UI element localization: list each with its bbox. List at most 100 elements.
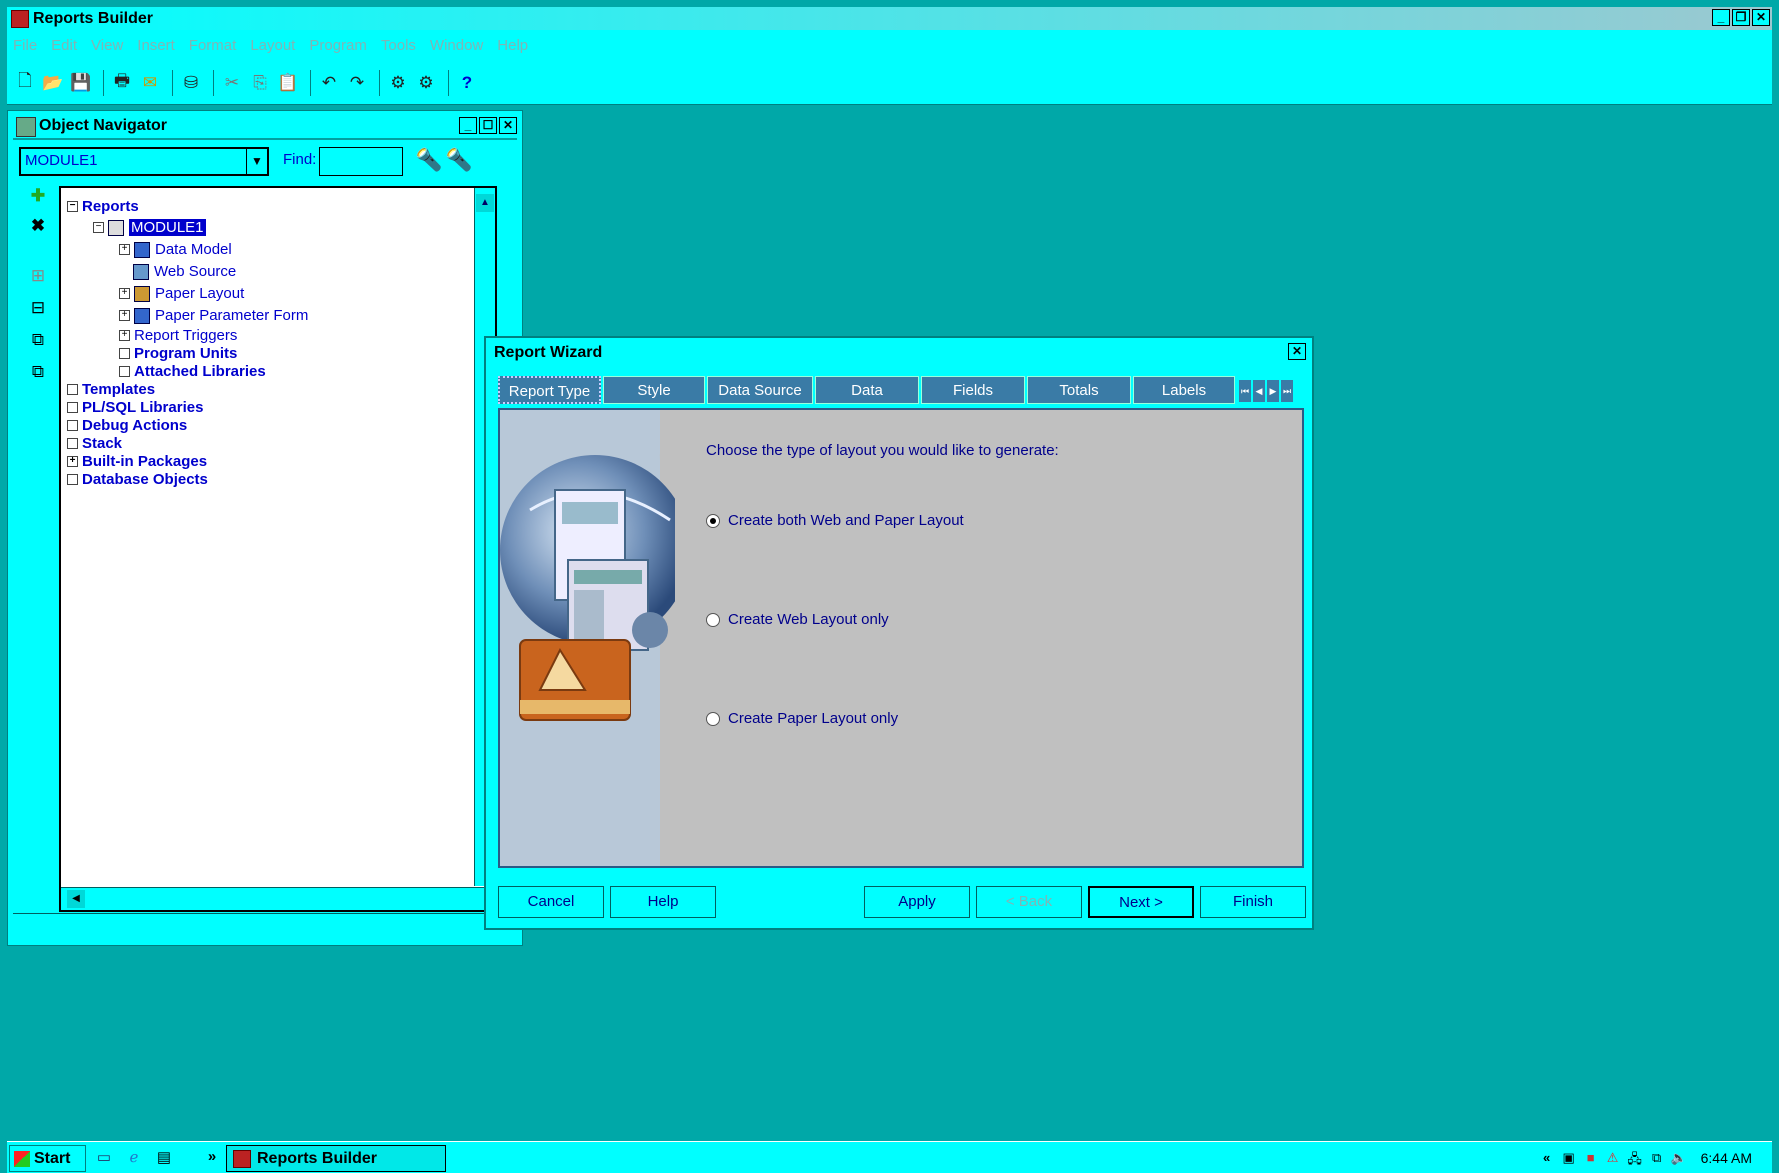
scroll-up-icon[interactable]: ▲ <box>476 194 494 212</box>
tab-labels[interactable]: Labels <box>1133 376 1235 404</box>
menu-program[interactable]: Program <box>309 37 367 54</box>
next-button[interactable]: Next > <box>1088 886 1194 918</box>
cut-icon[interactable]: ✂ <box>220 71 244 95</box>
menu-layout[interactable]: Layout <box>250 37 295 54</box>
menu-view[interactable]: View <box>91 37 123 54</box>
new-icon[interactable]: 🗋 <box>13 71 37 95</box>
app-title-bar[interactable]: Reports Builder _ ❐ ✕ <box>7 7 1772 30</box>
delete-icon[interactable]: ✖ <box>27 215 49 237</box>
task-reports-builder[interactable]: Reports Builder <box>226 1145 446 1172</box>
help-button[interactable]: Help <box>610 886 716 918</box>
tree-node-database-objects[interactable]: Database Objects <box>67 471 208 488</box>
tree-node-report-triggers[interactable]: + Report Triggers <box>119 327 237 344</box>
radio-web-only[interactable]: Create Web Layout only <box>706 611 889 628</box>
menu-window[interactable]: Window <box>430 37 483 54</box>
compile-icon[interactable]: ⚙ <box>386 71 410 95</box>
redo-icon[interactable]: ↷ <box>345 71 369 95</box>
back-button[interactable]: < Back <box>976 886 1082 918</box>
tab-last-icon[interactable]: ⏭ <box>1281 380 1293 402</box>
finish-button[interactable]: Finish <box>1200 886 1306 918</box>
module-select[interactable]: MODULE1 ▼ <box>19 147 269 176</box>
scroll-left-icon[interactable]: ◀ <box>67 890 85 908</box>
tab-totals[interactable]: Totals <box>1027 376 1131 404</box>
close-button[interactable]: ✕ <box>1752 9 1770 26</box>
menu-format[interactable]: Format <box>189 37 237 54</box>
chevron-down-icon[interactable]: ▼ <box>246 149 267 174</box>
copy-icon[interactable]: ⎘ <box>248 71 272 95</box>
collapse-icon[interactable]: ⊟ <box>27 297 49 319</box>
tray-monitor-icon[interactable]: ⧉ <box>1649 1150 1665 1166</box>
tab-report-type[interactable]: Report Type <box>498 376 601 404</box>
tab-data[interactable]: Data <box>815 376 919 404</box>
tab-style[interactable]: Style <box>603 376 705 404</box>
expand-all-icon[interactable]: ⧉ <box>27 329 49 351</box>
tray-network-icon[interactable]: 🖧 <box>1627 1150 1643 1166</box>
radio-button[interactable] <box>706 612 720 627</box>
radio-button[interactable] <box>706 711 720 726</box>
tray-expand-icon[interactable]: « <box>1539 1150 1555 1166</box>
start-button[interactable]: Start <box>9 1145 86 1172</box>
menu-tools[interactable]: Tools <box>381 37 416 54</box>
tree-node-templates[interactable]: Templates <box>67 381 155 398</box>
find-previous-icon[interactable]: 🔦 <box>445 147 472 173</box>
mail-icon[interactable]: ✉ <box>138 71 162 95</box>
tray-app-icon[interactable]: ▣ <box>1561 1150 1577 1166</box>
wizard-title-bar[interactable]: Report Wizard ✕ <box>486 338 1312 368</box>
quick-launch-more-icon[interactable]: » <box>203 1148 221 1166</box>
find-input[interactable] <box>319 147 403 176</box>
radio-button-selected[interactable] <box>706 513 720 528</box>
menu-edit[interactable]: Edit <box>51 37 77 54</box>
print-icon[interactable]: 🖶 <box>110 71 134 95</box>
paste-icon[interactable]: 📋 <box>276 71 300 95</box>
tray-alert-icon[interactable]: ⚠ <box>1605 1150 1621 1166</box>
navigator-close-button[interactable]: ✕ <box>499 117 517 134</box>
tab-next-icon[interactable]: ▶ <box>1267 380 1279 402</box>
tree-node-data-model[interactable]: + Data Model <box>119 241 232 258</box>
wizard-close-button[interactable]: ✕ <box>1288 343 1306 360</box>
explorer-icon[interactable]: ▤ <box>155 1148 173 1166</box>
tab-prev-icon[interactable]: ◀ <box>1253 380 1265 402</box>
radio-paper-only[interactable]: Create Paper Layout only <box>706 710 898 727</box>
clock[interactable]: 6:44 AM <box>1701 1150 1752 1166</box>
tray-security-icon[interactable]: ■ <box>1583 1150 1599 1166</box>
collapse-all-icon[interactable]: ⧉ <box>27 361 49 383</box>
cancel-button[interactable]: Cancel <box>498 886 604 918</box>
tree-node-program-units[interactable]: Program Units <box>119 345 237 362</box>
tree-node-debug-actions[interactable]: Debug Actions <box>67 417 187 434</box>
internet-explorer-icon[interactable]: ℯ <box>125 1148 143 1166</box>
tree-node-paper-layout[interactable]: + Paper Layout <box>119 285 244 302</box>
horizontal-scrollbar[interactable]: ◀ <box>61 887 495 910</box>
apply-button[interactable]: Apply <box>864 886 970 918</box>
minimize-button[interactable]: _ <box>1712 9 1730 26</box>
undo-icon[interactable]: ↶ <box>317 71 341 95</box>
tab-data-source[interactable]: Data Source <box>707 376 813 404</box>
tree-node-module1[interactable]: − MODULE1 <box>93 219 206 236</box>
tree-node-attached-libraries[interactable]: Attached Libraries <box>119 363 266 380</box>
tree-node-web-source[interactable]: Web Source <box>133 263 236 280</box>
tree-node-reports[interactable]: − Reports <box>67 198 139 215</box>
find-next-icon[interactable]: 🔦 <box>415 147 442 173</box>
volume-icon[interactable]: 🔈 <box>1671 1150 1687 1166</box>
restore-button[interactable]: ❐ <box>1732 9 1750 26</box>
tree-node-builtin-packages[interactable]: + Built-in Packages <box>67 453 207 470</box>
open-icon[interactable]: 📂 <box>41 71 65 95</box>
tree-node-plsql-libraries[interactable]: PL/SQL Libraries <box>67 399 203 416</box>
tree-node-paper-parameter-form[interactable]: + Paper Parameter Form <box>119 307 308 324</box>
menu-file[interactable]: File <box>13 37 37 54</box>
menu-insert[interactable]: Insert <box>137 37 175 54</box>
run-icon[interactable]: ⚙ <box>414 71 438 95</box>
navigator-title-bar[interactable]: Object Navigator _ ☐ ✕ <box>13 114 517 140</box>
navigator-maximize-button[interactable]: ☐ <box>479 117 497 134</box>
radio-web-and-paper[interactable]: Create both Web and Paper Layout <box>706 512 964 529</box>
expand-icon[interactable]: ⊞ <box>27 265 49 287</box>
help-icon[interactable]: ? <box>455 71 479 95</box>
tab-first-icon[interactable]: ⏮ <box>1239 380 1251 402</box>
tree-node-stack[interactable]: Stack <box>67 435 122 452</box>
show-desktop-icon[interactable]: ▭ <box>95 1148 113 1166</box>
tab-fields[interactable]: Fields <box>921 376 1025 404</box>
navigator-minimize-button[interactable]: _ <box>459 117 477 134</box>
menu-help[interactable]: Help <box>497 37 528 54</box>
create-icon[interactable]: ✚ <box>27 185 49 207</box>
connect-icon[interactable]: ⛁ <box>179 71 203 95</box>
save-icon[interactable]: 💾 <box>69 71 93 95</box>
